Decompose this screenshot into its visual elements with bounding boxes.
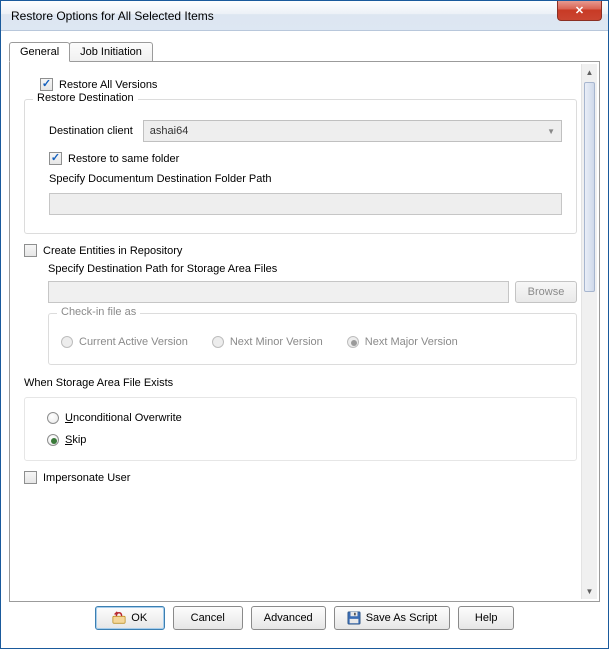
destination-client-label: Destination client [49,125,133,137]
when-exists-group: Unconditional Overwrite Skip [24,397,577,461]
impersonate-user-row: Impersonate User [24,471,577,484]
checkin-file-as-group: Check-in file as Current Active Version … [48,313,577,365]
tab-panel-general: ▲ ▼ Restore All Versions Restore Destina… [9,61,600,602]
when-exists-legend: When Storage Area File Exists [24,377,577,389]
restore-all-versions-label: Restore All Versions [59,79,157,91]
close-button[interactable]: ✕ [557,1,602,21]
storage-path-row: Browse [48,281,577,303]
help-button-label: Help [475,612,498,624]
create-entities-checkbox[interactable] [24,244,37,257]
ok-button[interactable]: OK [95,606,165,630]
advanced-button[interactable]: Advanced [251,606,326,630]
titlebar: Restore Options for All Selected Items ✕ [1,1,608,31]
tab-job-initiation[interactable]: Job Initiation [69,42,153,61]
scroll-up-arrow-icon[interactable]: ▲ [582,64,597,80]
tab-general[interactable]: General [9,42,70,62]
specify-storage-path-label: Specify Destination Path for Storage Are… [48,263,577,275]
advanced-button-label: Advanced [264,612,313,624]
tab-job-initiation-label: Job Initiation [80,46,142,58]
checkin-minor-label: Next Minor Version [230,336,323,348]
button-bar: OK Cancel Advanced Save As Script Help [9,602,600,640]
checkin-minor-radio [212,336,224,348]
checkin-current-label: Current Active Version [79,336,188,348]
checkin-current-row: Current Active Version [61,336,188,348]
create-entities-row: Create Entities in Repository [24,244,577,257]
vertical-scrollbar[interactable]: ▲ ▼ [581,64,597,599]
skip-radio[interactable] [47,434,59,446]
impersonate-user-label: Impersonate User [43,472,130,484]
close-icon: ✕ [575,4,584,17]
storage-path-input[interactable] [48,281,509,303]
destination-client-dropdown[interactable]: ashai64 ▼ [143,120,562,142]
restore-all-versions-checkbox[interactable] [40,78,53,91]
save-as-script-button[interactable]: Save As Script [334,606,451,630]
destination-client-value: ashai64 [150,125,189,137]
browse-button[interactable]: Browse [515,281,577,303]
destination-client-row: Destination client ashai64 ▼ [49,120,562,142]
overwrite-row: Unconditional Overwrite [47,412,562,424]
checkin-major-row: Next Major Version [347,336,458,348]
checkin-current-radio [61,336,73,348]
panel-content: Restore All Versions Restore Destination… [24,74,577,589]
overwrite-radio[interactable] [47,412,59,424]
cancel-button-label: Cancel [191,612,225,624]
save-icon [347,611,361,625]
save-as-script-button-label: Save As Script [366,612,438,624]
checkin-legend: Check-in file as [57,306,140,318]
restore-destination-legend: Restore Destination [33,92,138,104]
overwrite-label: Unconditional Overwrite [65,412,182,424]
dialog-window: Restore Options for All Selected Items ✕… [0,0,609,649]
restore-same-folder-row: Restore to same folder [49,152,562,165]
create-entities-label: Create Entities in Repository [43,245,182,257]
window-title: Restore Options for All Selected Items [11,9,214,23]
checkin-major-radio [347,336,359,348]
skip-label: Skip [65,434,86,446]
documentum-path-input[interactable] [49,193,562,215]
scroll-down-arrow-icon[interactable]: ▼ [582,583,597,599]
tab-general-label: General [20,46,59,58]
skip-row: Skip [47,434,562,446]
browse-button-label: Browse [528,286,565,298]
checkin-major-label: Next Major Version [365,336,458,348]
client-area: General Job Initiation ▲ ▼ Restore All V… [1,31,608,648]
ok-button-label: OK [131,612,147,624]
restore-same-folder-label: Restore to same folder [68,153,179,165]
tab-strip: General Job Initiation [9,39,600,61]
restore-same-folder-checkbox[interactable] [49,152,62,165]
restore-all-versions-row: Restore All Versions [40,78,577,91]
ok-icon [112,611,126,625]
chevron-down-icon: ▼ [547,127,555,136]
specify-docu-path-label: Specify Documentum Destination Folder Pa… [49,173,562,185]
cancel-button[interactable]: Cancel [173,606,243,630]
checkin-options: Current Active Version Next Minor Versio… [61,332,564,352]
restore-destination-group: Restore Destination Destination client a… [24,99,577,234]
impersonate-user-checkbox[interactable] [24,471,37,484]
scroll-thumb[interactable] [584,82,595,292]
help-button[interactable]: Help [458,606,514,630]
checkin-minor-row: Next Minor Version [212,336,323,348]
